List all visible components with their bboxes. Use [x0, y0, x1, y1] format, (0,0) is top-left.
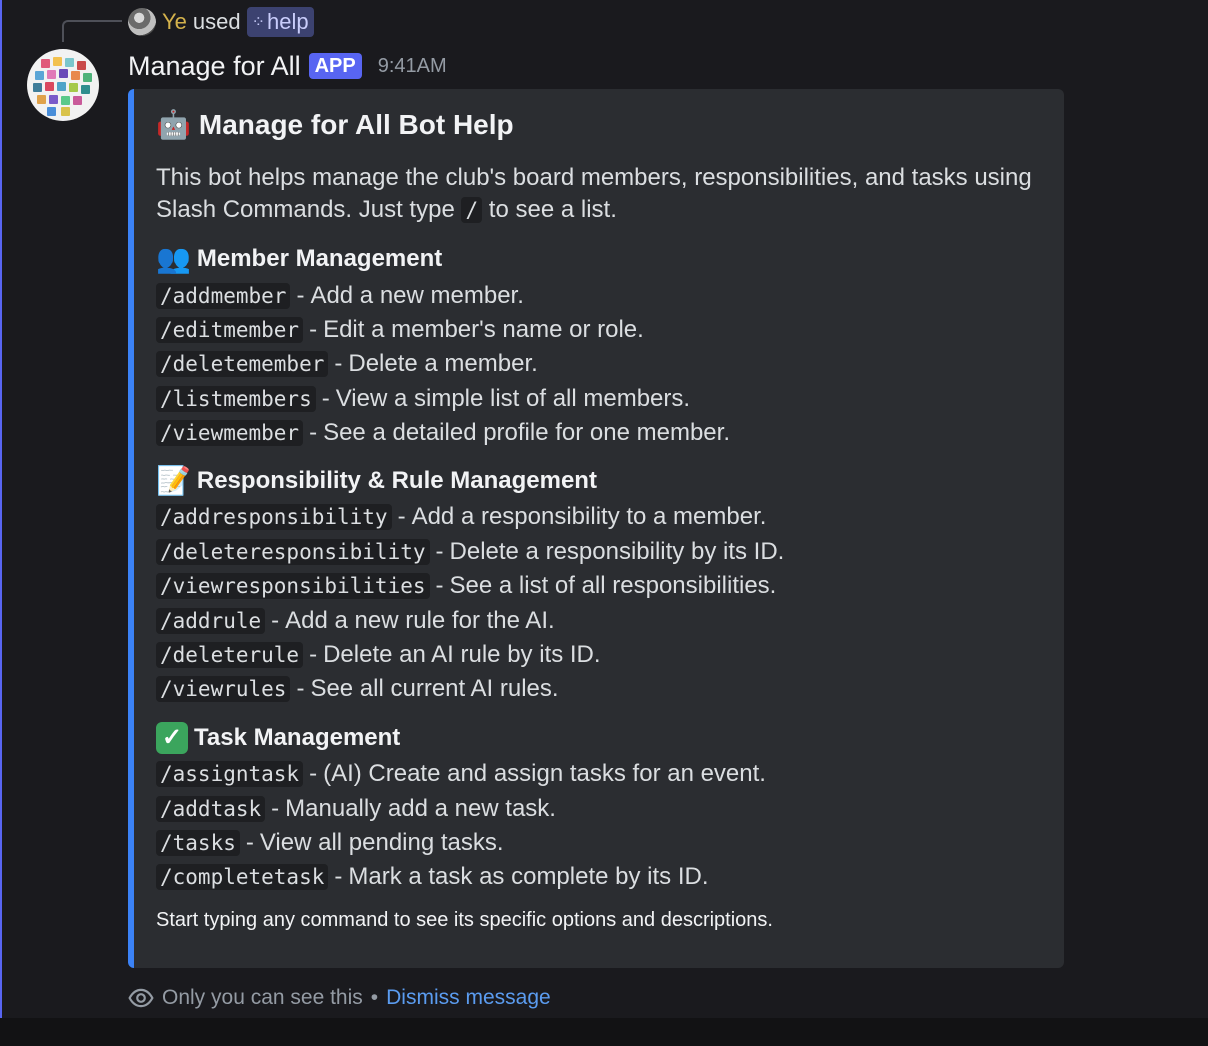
command-code: /completetask	[156, 864, 329, 890]
reply-used-text: used	[192, 9, 241, 34]
command-code: /listmembers	[156, 386, 316, 412]
reply-context[interactable]: Ye used ⁘ help	[128, 6, 314, 38]
command-line: /listmembers - View a simple list of all m…	[156, 382, 690, 416]
avatar[interactable]	[27, 49, 99, 121]
command-code: /assigntask	[156, 761, 304, 787]
section-heading-tasks: ✓ Task Management	[156, 721, 400, 755]
ephemeral-notice: Only you can see this • Dismiss message	[128, 984, 551, 1012]
command-code: /editmember	[156, 317, 304, 343]
command-code: /deletemember	[156, 351, 329, 377]
embed-title: 🤖 Manage for All Bot Help	[156, 109, 514, 141]
command-code: /viewrules	[156, 676, 291, 702]
busts-in-silhouette-icon: 👥	[156, 243, 191, 274]
embed-description: This bot helps manage the club's board m…	[156, 164, 1032, 223]
separator-dot: •	[370, 986, 379, 1009]
command-code: /addtask	[156, 796, 266, 822]
eye-icon	[128, 988, 154, 1008]
slash-command-icon: ⁘	[251, 14, 265, 31]
reply-spine	[62, 20, 122, 42]
command-line: /addtask - Manually add a new task.	[156, 792, 556, 826]
command-code: /viewmember	[156, 420, 304, 446]
bottom-strip	[0, 1018, 1208, 1046]
command-line: /completetask - Mark a task as complete by…	[156, 860, 709, 894]
command-line: /viewresponsibilities - See a list of all …	[156, 569, 776, 603]
dismiss-message-link[interactable]: Dismiss message	[386, 986, 551, 1010]
command-code: /addmember	[156, 283, 291, 309]
command-line: /deletemember - Delete a member.	[156, 347, 538, 381]
command-code: /deleteresponsibility	[156, 539, 430, 565]
command-mention-label: help	[267, 9, 309, 34]
check-mark-button-icon: ✓	[156, 722, 188, 754]
robot-icon: 🤖	[156, 109, 191, 140]
embed-footer-note: Start typing any command to see its spec…	[156, 909, 773, 931]
command-code: /viewresponsibilities	[156, 573, 430, 599]
command-code: /tasks	[156, 830, 240, 856]
message-header: Manage for All APP 9:41AM	[128, 48, 447, 84]
help-embed: 🤖 Manage for All Bot Help This bot helps…	[128, 89, 1064, 968]
command-code: /addrule	[156, 608, 266, 634]
app-badge: APP	[308, 53, 362, 79]
ephemeral-highlight-bar	[0, 0, 2, 1018]
command-code: /deleterule	[156, 642, 304, 668]
command-line: /assigntask - (AI) Create and assign tasks…	[156, 757, 766, 791]
inline-code: /	[461, 197, 483, 223]
command-line: /addmember - Add a new member.	[156, 279, 524, 313]
timestamp[interactable]: 9:41AM	[378, 55, 447, 78]
command-code: /addresponsibility	[156, 504, 392, 530]
command-line: /addresponsibility - Add a responsibility …	[156, 500, 766, 534]
command-line: /viewmember - See a detailed profile for o…	[156, 416, 730, 450]
command-mention[interactable]: ⁘ help	[246, 7, 314, 37]
command-line: /tasks - View all pending tasks.	[156, 826, 504, 860]
memo-icon: 📝	[156, 465, 191, 496]
embed-title-text: Manage for All Bot Help	[198, 109, 514, 140]
section-heading-responsibilities: 📝 Responsibility & Rule Management	[156, 465, 597, 496]
command-line: /addrule - Add a new rule for the AI.	[156, 604, 555, 638]
command-line: /viewrules - See all current AI rules.	[156, 672, 559, 706]
author-name[interactable]: Manage for All	[128, 51, 301, 82]
command-line: /editmember - Edit a member's name or role…	[156, 313, 644, 347]
reply-avatar[interactable]	[128, 8, 156, 36]
section-heading-members: 👥 Member Management	[156, 243, 443, 274]
command-line: /deleteresponsibility - Delete a responsib…	[156, 535, 784, 569]
reply-username[interactable]: Ye	[162, 9, 187, 35]
ephemeral-text: Only you can see this	[162, 986, 363, 1009]
command-line: /deleterule - Delete an AI rule by its ID.	[156, 638, 601, 672]
